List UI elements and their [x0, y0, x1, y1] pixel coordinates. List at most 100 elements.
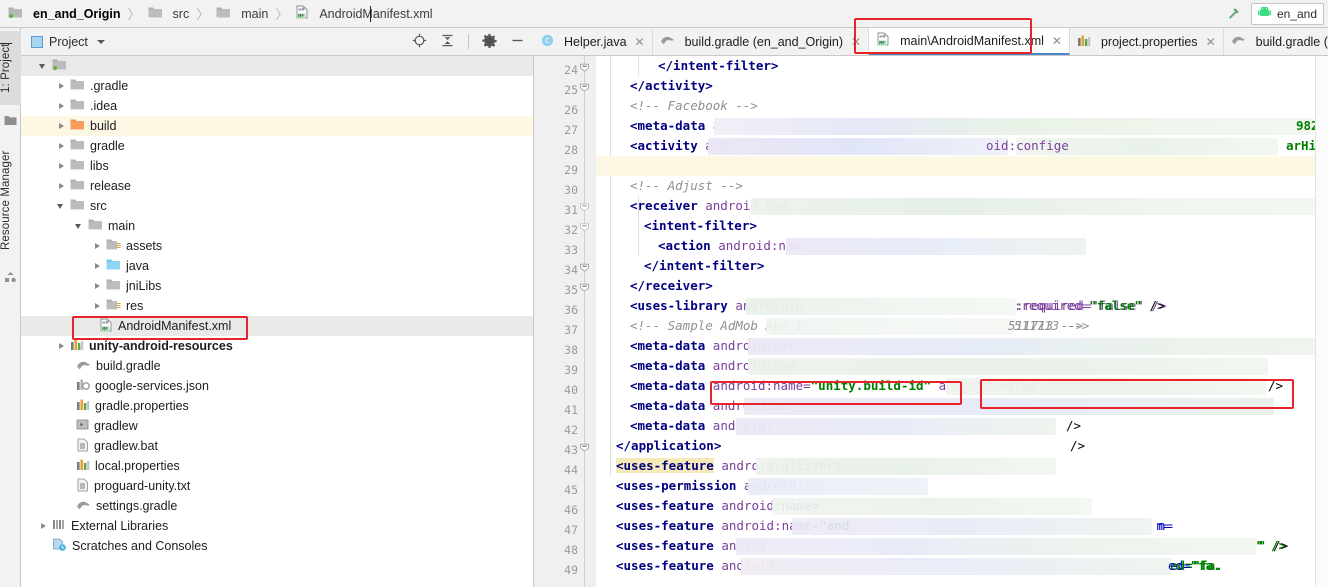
redaction-block	[946, 378, 1266, 395]
editor-tab-bar[interactable]: C Helper.java ✕ build.gradle (en_and_Ori…	[534, 28, 1328, 56]
tree-node-gradlew-bat[interactable]: gradlew.bat	[21, 436, 533, 456]
code-editor[interactable]: 24 25 26 27 28 29 30 31 32 33 34 35 36 3…	[534, 56, 1328, 587]
sidebar-item-label: Resource Manager	[0, 150, 12, 250]
gear-icon[interactable]	[482, 33, 497, 51]
fold-collapse-icon[interactable]	[578, 201, 591, 214]
editor-tab-androidmanifest[interactable]: MF main\AndroidManifest.xml ✕	[869, 28, 1070, 55]
tree-node-gradlew[interactable]: gradlew	[21, 416, 533, 436]
project-tree[interactable]: .gradle .idea build gradle libs release	[21, 56, 534, 587]
breadcrumb-item-module[interactable]: en_and_Origin	[8, 0, 121, 28]
line-number: 30	[564, 183, 578, 197]
project-panel-title-group[interactable]: Project	[31, 35, 105, 49]
tree-node-gradle-dir[interactable]: .gradle	[21, 76, 533, 96]
tree-node-scratches-and-consoles[interactable]: Scratches and Consoles	[21, 536, 533, 556]
tree-node-label: unity-android-resources	[89, 339, 233, 353]
line-number: 36	[564, 303, 578, 317]
chevron-open-icon[interactable]	[39, 62, 48, 71]
chevron-open-icon[interactable]	[75, 222, 84, 231]
tree-node-gradle-properties[interactable]: gradle.properties	[21, 396, 533, 416]
editor-scrollbar[interactable]	[1315, 56, 1328, 587]
tree-node-label: Scratches and Consoles	[72, 539, 208, 553]
sidebar-item-project[interactable]: 1: Project	[0, 31, 21, 105]
tree-node-label: gradlew.bat	[94, 439, 158, 453]
device-label: en_and	[1276, 7, 1317, 21]
chevron-closed-icon[interactable]	[57, 182, 66, 191]
close-icon[interactable]: ✕	[635, 35, 645, 49]
tree-node-unity-android-resources[interactable]: unity-android-resources	[21, 336, 533, 356]
editor-tab-build-gradle-module[interactable]: build.gradle (en_and_Origin) ✕	[653, 28, 870, 55]
chevron-closed-icon[interactable]	[93, 282, 102, 291]
chevron-open-icon[interactable]	[57, 202, 66, 211]
manifest-file-icon: MF	[295, 5, 309, 22]
tree-node-build-dir[interactable]: build	[21, 116, 533, 136]
tree-node-idea-dir[interactable]: .idea	[21, 96, 533, 116]
tree-node-src-dir[interactable]: src	[21, 196, 533, 216]
line-number: 27	[564, 123, 578, 137]
close-icon[interactable]: ✕	[1206, 35, 1216, 49]
breadcrumb-item-main[interactable]: main	[216, 0, 268, 28]
tree-node-external-libraries[interactable]: External Libraries	[21, 516, 533, 536]
close-icon[interactable]: ✕	[1052, 34, 1062, 48]
device-selector[interactable]: en_and	[1250, 3, 1324, 25]
minimize-icon[interactable]	[510, 33, 525, 51]
chevron-closed-icon[interactable]	[57, 162, 66, 171]
sidebar-item-resource-manager[interactable]: Resource Manager	[0, 138, 21, 262]
chevron-closed-icon[interactable]	[57, 102, 66, 111]
tree-node-label: assets	[126, 239, 163, 253]
folder-icon	[70, 78, 85, 94]
chevron-down-icon[interactable]	[96, 39, 105, 44]
chevron-closed-icon[interactable]	[57, 82, 66, 91]
locate-target-icon[interactable]	[412, 33, 427, 51]
gradle-file-icon	[1231, 34, 1246, 49]
breadcrumb-item-file[interactable]: MF AndroidManifest.xml	[295, 0, 433, 28]
tree-node-res-dir[interactable]: res	[21, 296, 533, 316]
fold-collapse-icon[interactable]	[578, 441, 591, 454]
chevron-closed-icon[interactable]	[39, 522, 48, 531]
tree-node-google-services-json[interactable]: google-services.json	[21, 376, 533, 396]
chevron-closed-icon[interactable]	[93, 262, 102, 271]
chevron-closed-icon[interactable]	[57, 142, 66, 151]
fold-collapse-icon[interactable]	[578, 81, 591, 94]
editor-tab-build-gradle-unity[interactable]: build.gradle (:un	[1224, 28, 1328, 55]
tree-node-assets-dir[interactable]: assets	[21, 236, 533, 256]
line-number: 47	[564, 523, 578, 537]
tree-node-local-properties[interactable]: local.properties	[21, 456, 533, 476]
collapse-all-icon[interactable]	[440, 33, 455, 51]
breadcrumb-item-src[interactable]: src	[148, 0, 189, 28]
editor-tab-helper-java[interactable]: C Helper.java ✕	[534, 28, 653, 55]
chevron-closed-icon[interactable]	[57, 342, 66, 351]
tree-node-build-gradle-file[interactable]: build.gradle	[21, 356, 533, 376]
tree-node-label: src	[90, 199, 107, 213]
tree-node-proguard-unity-txt[interactable]: proguard-unity.txt	[21, 476, 533, 496]
tree-node-gradle-wrapper-dir[interactable]: gradle	[21, 136, 533, 156]
redaction-block	[756, 458, 1056, 475]
code-text-area[interactable]: </intent-filter> </activity> <!-- Facebo…	[596, 56, 1328, 587]
editor-tab-label: main\AndroidManifest.xml	[900, 33, 1044, 48]
tree-node-main-dir[interactable]: main	[21, 216, 533, 236]
fold-collapse-icon[interactable]	[578, 281, 591, 294]
line-number: 37	[564, 323, 578, 337]
tree-node-androidmanifest-file[interactable]: MF AndroidManifest.xml	[21, 316, 533, 336]
tree-node-settings-gradle[interactable]: settings.gradle	[21, 496, 533, 516]
tree-node-module-root[interactable]	[21, 56, 533, 76]
redaction-block	[748, 358, 1268, 375]
fold-collapse-icon[interactable]	[578, 61, 591, 74]
close-icon[interactable]: ✕	[851, 35, 861, 49]
redaction-block	[744, 398, 1274, 415]
fold-collapse-icon[interactable]	[578, 261, 591, 274]
tree-node-release-dir[interactable]: release	[21, 176, 533, 196]
editor-tab-project-properties[interactable]: project.properties ✕	[1070, 28, 1224, 55]
tree-node-libs-dir[interactable]: libs	[21, 156, 533, 176]
chevron-closed-icon[interactable]	[93, 242, 102, 251]
chevron-closed-icon[interactable]	[57, 122, 66, 131]
tree-node-label: build.gradle	[96, 359, 161, 373]
tree-node-java-dir[interactable]: java	[21, 256, 533, 276]
project-panel-header: Project	[21, 28, 534, 56]
tree-node-label: .gradle	[90, 79, 129, 93]
tree-node-label: build	[90, 119, 117, 133]
tree-node-jnilibs-dir[interactable]: jniLibs	[21, 276, 533, 296]
fold-collapse-icon[interactable]	[578, 221, 591, 234]
breadcrumb-label: en_and_Origin	[33, 6, 121, 21]
chevron-closed-icon[interactable]	[93, 302, 102, 311]
hammer-build-icon[interactable]	[1225, 4, 1243, 25]
